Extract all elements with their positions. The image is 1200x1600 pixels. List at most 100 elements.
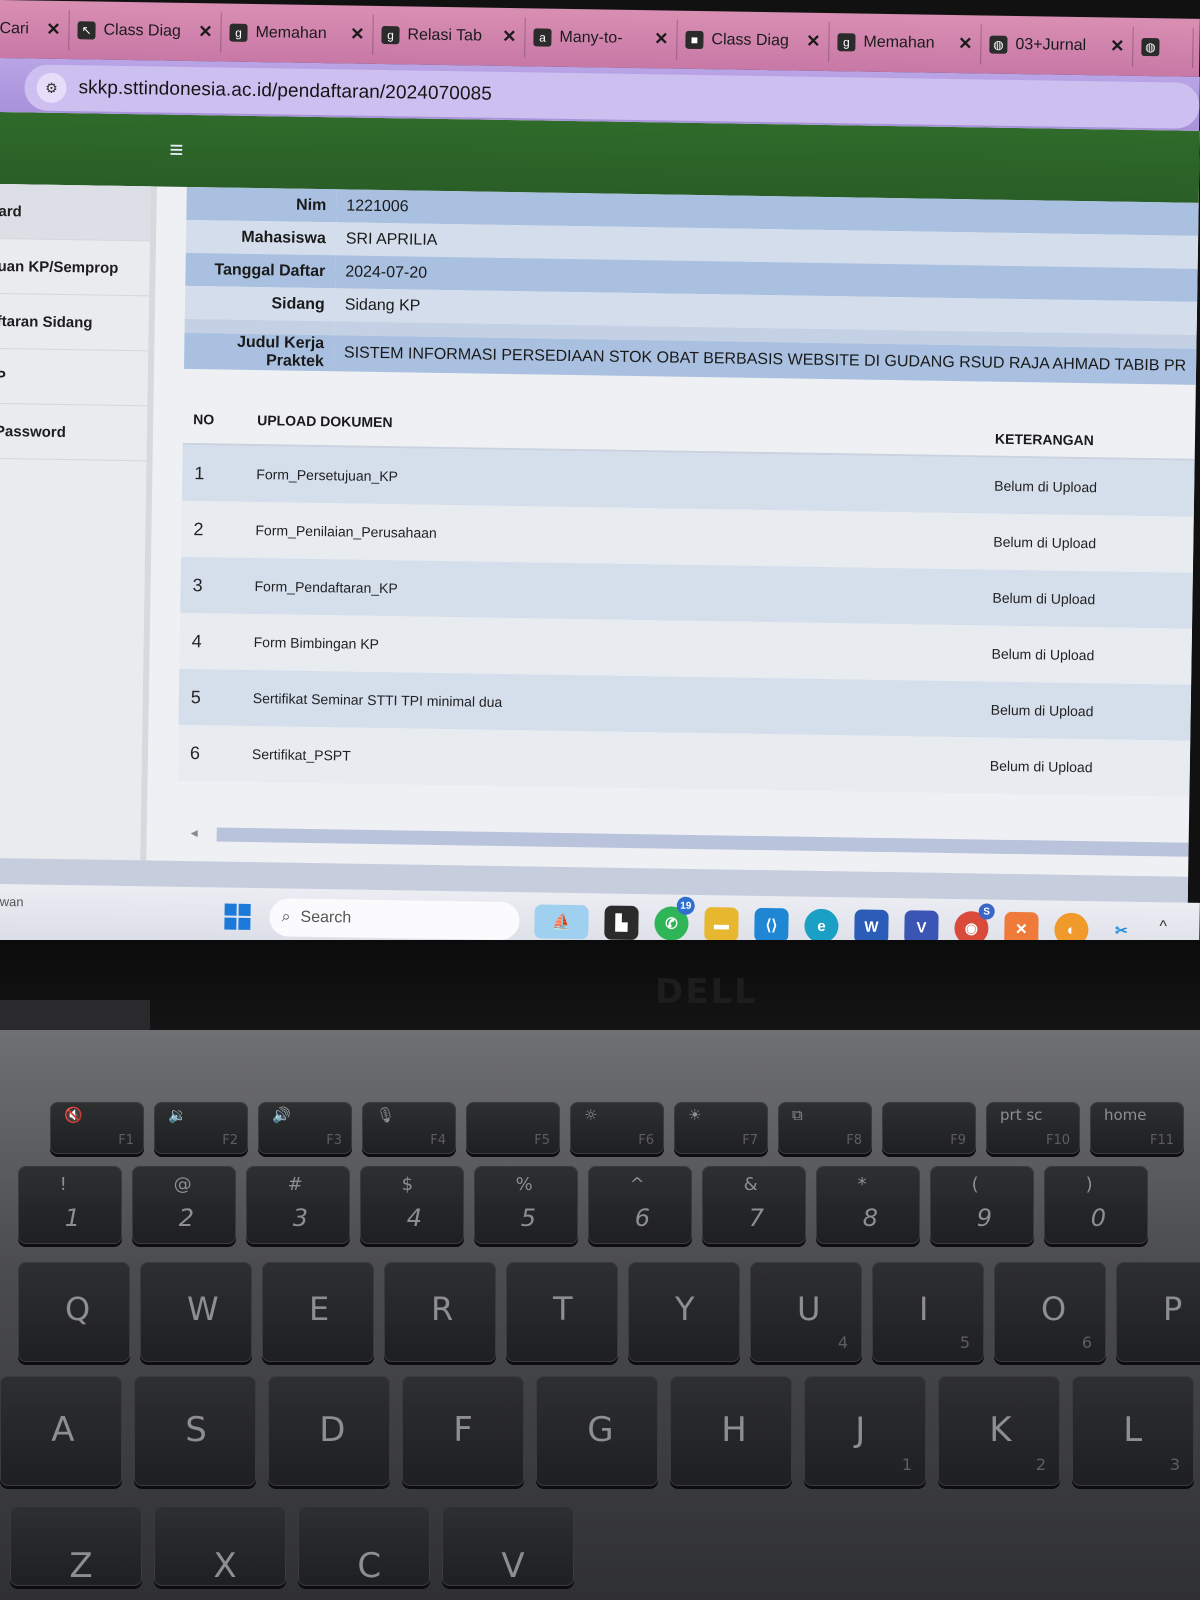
hamburger-menu-icon[interactable]: ≡ (169, 137, 183, 165)
close-tab-icon[interactable]: ✕ (806, 32, 821, 52)
close-tab-icon[interactable]: ✕ (46, 20, 61, 40)
number-key[interactable]: % 5 (474, 1166, 578, 1244)
number-key[interactable]: & 7 (702, 1166, 806, 1244)
letter-key[interactable]: Z (10, 1506, 142, 1586)
number-key[interactable]: ) 0 (1044, 1166, 1148, 1244)
chevron-up-icon[interactable]: ^ (1159, 918, 1167, 936)
url-text[interactable]: skkp.sttindonesia.ac.id/pendaftaran/2024… (78, 77, 492, 105)
number-key[interactable]: $4 (360, 1166, 464, 1244)
key-legend: 4 (406, 1204, 423, 1232)
close-tab-icon[interactable]: ✕ (654, 29, 669, 49)
number-key[interactable]: * 8 (816, 1166, 920, 1244)
letter-key[interactable]: S (134, 1376, 256, 1486)
letter-key[interactable]: T (506, 1262, 618, 1362)
horizontal-scrollbar[interactable] (216, 827, 1189, 857)
letter-key[interactable]: X (154, 1506, 286, 1586)
key-shift-legend: ! (59, 1174, 67, 1195)
site-settings-icon[interactable]: ⚙ (36, 72, 67, 104)
close-tab-icon[interactable]: ✕ (1110, 36, 1125, 56)
folder-icon[interactable]: ▬ (704, 907, 739, 942)
letter-key[interactable]: I5 (872, 1262, 984, 1362)
scroll-left-arrow-icon[interactable]: ◂ (191, 824, 198, 841)
function-key[interactable]: prt sc F10 (986, 1102, 1080, 1154)
key-legend: prt sc (1000, 1106, 1043, 1124)
edge-icon[interactable]: e (804, 908, 839, 944)
profile-badge: S (978, 903, 995, 920)
function-key[interactable]: 🔊 F3 (258, 1102, 352, 1154)
function-key[interactable]: ⧉ F8 (778, 1102, 872, 1154)
function-key[interactable]: 🔇 F1 (50, 1102, 144, 1154)
function-key[interactable]: ☼ F6 (570, 1102, 664, 1154)
column-header-no: NO (193, 411, 215, 428)
letter-key[interactable]: E (262, 1262, 374, 1362)
letter-key[interactable]: J1 (804, 1376, 926, 1486)
number-key[interactable]: ! 1 (18, 1166, 122, 1244)
function-key[interactable]: home F11 (1090, 1102, 1184, 1154)
function-key[interactable]: ☀ F7 (674, 1102, 768, 1154)
taskbar-search-box[interactable]: ⌕ Search (269, 898, 520, 941)
sidebar-item-label: uan KP/Semprop (0, 257, 119, 277)
letter-key[interactable]: P (1116, 1262, 1200, 1362)
browser-tab[interactable]: g Memahan ✕ (829, 22, 982, 65)
number-key[interactable]: ^ 6 (588, 1166, 692, 1244)
browser-tab[interactable]: g Memahan ✕ (221, 12, 374, 55)
tab-favicon-icon: g (381, 25, 400, 45)
browser-tab[interactable]: ■ Class Diag ✕ (677, 19, 830, 63)
key-legend: G (587, 1410, 614, 1450)
number-key[interactable]: @2 (132, 1166, 236, 1244)
browser-tab[interactable]: Cari ✕ (0, 8, 70, 51)
boat-icon[interactable]: ⛵ (534, 904, 589, 940)
windows-start-icon[interactable] (224, 903, 251, 930)
letter-key[interactable]: H (670, 1376, 792, 1486)
letter-key[interactable]: Q (18, 1262, 130, 1362)
sidebar-item-pengajuan[interactable]: uan KP/Semprop (0, 238, 150, 297)
function-key[interactable]: 🔉 F2 (154, 1102, 248, 1154)
browser-tab[interactable]: a Many-to- ✕ (525, 17, 678, 60)
web-page: ≡ ard uan KP/Semprop ftaran Sidang P Pas… (0, 112, 1200, 909)
key-sub-legend: F5 (534, 1133, 550, 1148)
key-legend: home (1104, 1106, 1147, 1124)
browser-tab[interactable]: ↖ Class Diag ✕ (69, 10, 222, 53)
browser-tab-overflow[interactable]: ◍ (1133, 26, 1194, 68)
letter-key[interactable]: G (536, 1376, 658, 1486)
key-legend: E (309, 1290, 330, 1328)
key-legend: T (553, 1290, 573, 1328)
letter-key[interactable]: D (268, 1376, 390, 1486)
close-tab-icon[interactable]: ✕ (350, 25, 365, 45)
sidebar-item-kp[interactable]: P (0, 348, 149, 407)
letter-key[interactable]: F (402, 1376, 524, 1486)
letter-key[interactable]: C (298, 1506, 430, 1586)
word-icon[interactable]: W (854, 909, 889, 944)
close-tab-icon[interactable]: ✕ (958, 34, 973, 54)
function-key[interactable]: F5 (466, 1102, 560, 1154)
browser-tab[interactable]: ◍ 03+Jurnal ✕ (981, 24, 1134, 67)
letter-key[interactable]: A (0, 1376, 122, 1486)
letter-key[interactable]: K2 (938, 1376, 1060, 1486)
close-tab-icon[interactable]: ✕ (502, 27, 517, 47)
whatsapp-icon[interactable]: ✆ 19 (654, 896, 695, 941)
close-tab-icon[interactable]: ✕ (198, 22, 213, 42)
sidebar-item-pendaftaran-sidang[interactable]: ftaran Sidang (0, 293, 150, 352)
vscode-icon[interactable]: ⟨⟩ (754, 907, 789, 943)
letter-key[interactable]: R (384, 1262, 496, 1362)
dell-logo: DELL (655, 972, 758, 1012)
letter-key[interactable]: L3 (1072, 1376, 1194, 1486)
function-key[interactable]: F9 (882, 1102, 976, 1154)
sidebar-item-dashboard[interactable]: ard (0, 183, 151, 242)
letter-key[interactable]: O6 (994, 1262, 1106, 1362)
letter-key[interactable]: W (140, 1262, 252, 1362)
letter-key[interactable]: V (442, 1506, 574, 1586)
letter-key[interactable]: U4 (750, 1262, 862, 1362)
key-shift-legend: * (857, 1174, 867, 1195)
upload-status: Belum di Upload (994, 477, 1098, 496)
letter-key[interactable]: Y (628, 1262, 740, 1362)
upload-status: Belum di Upload (992, 589, 1096, 608)
key-legend: 1 (64, 1204, 81, 1232)
function-key[interactable]: 🎙 F4 (362, 1102, 456, 1154)
number-key[interactable]: (9 (930, 1166, 1034, 1244)
browser-tab[interactable]: g Relasi Tab ✕ (373, 14, 526, 58)
column-header-keterangan: KETERANGAN (994, 430, 1094, 449)
number-key[interactable]: #3 (246, 1166, 350, 1244)
sidebar-item-password[interactable]: Password (0, 403, 148, 462)
file-explorer-dark-icon[interactable]: ▙ (604, 905, 639, 941)
